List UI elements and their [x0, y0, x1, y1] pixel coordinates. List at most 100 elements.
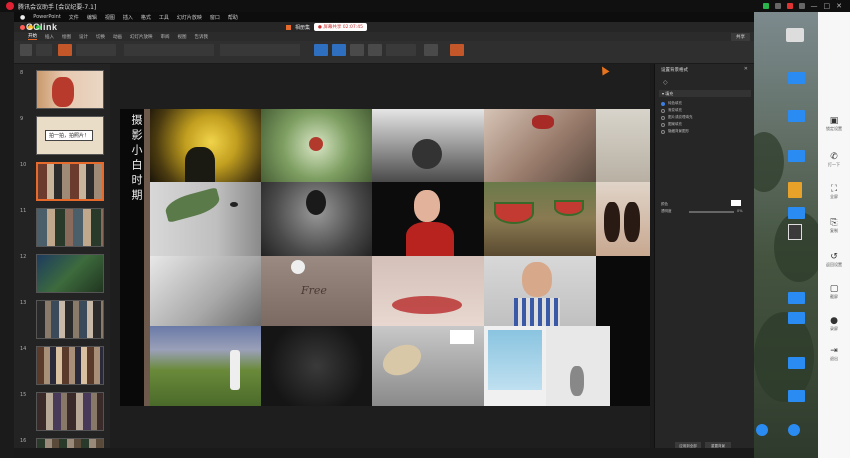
radio-icon[interactable]	[661, 122, 665, 127]
option-pattern-fill[interactable]: 图案填充	[661, 122, 682, 127]
photo-blue-polaroid[interactable]	[484, 326, 546, 406]
tab-animations[interactable]: 动画	[113, 34, 122, 40]
transparency-slider[interactable]	[689, 211, 734, 213]
option-gradient-fill[interactable]: 渐变填充	[661, 108, 682, 113]
close-icon[interactable]: ✕	[744, 66, 748, 72]
tell-me-search[interactable]: 告诉我	[195, 34, 209, 40]
tray-icon[interactable]	[774, 3, 781, 9]
tab-design[interactable]: 设计	[79, 34, 88, 40]
menu-help[interactable]: 帮助	[228, 14, 238, 21]
folder-icon[interactable]	[788, 390, 805, 402]
color-picker-button[interactable]	[731, 200, 741, 206]
radio-icon[interactable]	[661, 108, 665, 113]
dock-copy[interactable]: ⎘ 复制	[818, 218, 850, 234]
slide-thumbnail[interactable]	[36, 346, 104, 385]
radio-icon[interactable]	[661, 115, 665, 120]
menu-insert[interactable]: 插入	[123, 14, 133, 21]
menu-file[interactable]: 文件	[69, 14, 79, 21]
folder-icon[interactable]	[788, 207, 805, 219]
photo-cornfield[interactable]	[150, 326, 261, 406]
menu-app[interactable]: PowerPoint	[33, 14, 61, 20]
photo-silhouette-branches[interactable]	[150, 109, 261, 182]
menu-format[interactable]: 格式	[141, 14, 151, 21]
radio-selected-icon[interactable]	[661, 101, 665, 106]
paste-button[interactable]	[20, 44, 32, 56]
folder-icon[interactable]	[788, 150, 805, 162]
option-hide-background[interactable]: 隐藏背景图形	[661, 129, 689, 134]
menu-edit[interactable]: 编辑	[87, 14, 97, 21]
dock-lock-settings[interactable]: ▣ 锁定设置	[818, 116, 850, 132]
photo-hands-face[interactable]	[484, 256, 596, 326]
slide-vertical-title[interactable]: 摄影小白时期	[124, 114, 144, 204]
drive-icon[interactable]	[786, 28, 804, 42]
photo-portrait-red-mask[interactable]	[484, 109, 596, 182]
slide-thumbnail[interactable]	[36, 70, 104, 109]
photo-bw-close-face[interactable]	[150, 256, 261, 326]
tab-review[interactable]: 审阅	[161, 34, 170, 40]
photo-pastel-still[interactable]	[596, 109, 650, 182]
apple-logo-icon[interactable]: ●	[20, 14, 25, 21]
tab-home[interactable]: 开始	[28, 33, 37, 40]
green-status-icon[interactable]	[762, 3, 769, 9]
designer-button[interactable]	[450, 44, 464, 56]
photo-black[interactable]	[596, 256, 650, 326]
new-slide-button[interactable]	[58, 44, 72, 56]
tab-transitions[interactable]: 切换	[96, 34, 105, 40]
photo-umbrella-bw[interactable]	[372, 109, 484, 182]
folder-icon[interactable]	[788, 312, 805, 324]
app-shortcut-icon[interactable]	[756, 424, 768, 436]
photo-dark-hand[interactable]	[261, 326, 372, 406]
folder-icon[interactable]	[788, 110, 805, 122]
folder-icon[interactable]	[788, 292, 805, 304]
photo-free-back[interactable]: Free	[261, 256, 372, 326]
archive-icon[interactable]	[788, 182, 802, 198]
fill-section-header[interactable]: ▾ 填充	[659, 90, 751, 97]
tab-slideshow[interactable]: 幻灯片放映	[130, 34, 153, 40]
photo-flowers[interactable]	[261, 109, 372, 182]
photo-leaf-face[interactable]	[150, 182, 261, 256]
photo-scream-red[interactable]	[372, 182, 484, 256]
dictate-button[interactable]	[424, 44, 438, 56]
quick-styles-group[interactable]	[386, 44, 416, 56]
slide-thumbnail[interactable]	[36, 208, 104, 247]
option-solid-fill[interactable]: 纯色填充	[661, 101, 682, 106]
dock-fullscreen[interactable]: ⛶ 全屏	[818, 184, 850, 200]
chat-app-icon[interactable]	[788, 424, 800, 436]
image-file-icon[interactable]	[788, 224, 802, 240]
arrange-button[interactable]	[368, 44, 382, 56]
menu-slideshow[interactable]: 幻灯片放映	[177, 14, 202, 21]
tab-draw[interactable]: 绘图	[62, 34, 71, 40]
photo-watermelon[interactable]	[484, 182, 596, 256]
layout-group[interactable]	[76, 44, 116, 56]
folder-icon[interactable]	[788, 72, 805, 84]
slide-thumbnail[interactable]	[36, 392, 104, 431]
convert-to-smartart-button[interactable]	[314, 44, 328, 56]
slide-thumbnail-selected[interactable]	[36, 162, 104, 201]
paragraph-group[interactable]	[220, 44, 300, 56]
photo-two-girls[interactable]	[596, 182, 650, 256]
slide-thumbnail[interactable]	[36, 254, 104, 293]
clipboard-group[interactable]	[36, 44, 52, 56]
maximize-button[interactable]: □	[824, 2, 831, 10]
dock-return-settings[interactable]: ↺ 返回设置	[818, 252, 850, 268]
menu-tools[interactable]: 工具	[159, 14, 169, 21]
slide-thumbnail[interactable]: 拍一拍，拍照片！	[36, 116, 104, 155]
paint-bucket-icon[interactable]: ◇	[663, 79, 668, 86]
menu-view[interactable]: 视图	[105, 14, 115, 21]
share-button[interactable]: 共享	[731, 32, 750, 41]
dock-exit[interactable]: ⇥ 退出	[818, 346, 850, 362]
tab-view[interactable]: 视图	[178, 34, 187, 40]
shapes-button[interactable]	[350, 44, 364, 56]
slide-thumbnail[interactable]	[36, 300, 104, 339]
dock-record[interactable]: ● 录屏	[818, 316, 850, 332]
transparency-value[interactable]: 0%	[737, 209, 743, 213]
photo-bw-flowers-portrait[interactable]	[261, 182, 372, 256]
checkbox-icon[interactable]	[661, 129, 665, 134]
picture-button[interactable]	[332, 44, 346, 56]
close-button[interactable]: ✕	[836, 2, 842, 10]
dock-screenshot[interactable]: ▢ 截屏	[818, 284, 850, 300]
folder-icon[interactable]	[788, 357, 805, 369]
minimize-button[interactable]: —	[811, 2, 818, 10]
option-picture-fill[interactable]: 图片或纹理填充	[661, 115, 693, 120]
dock-call[interactable]: ✆ 打一下	[818, 152, 850, 168]
